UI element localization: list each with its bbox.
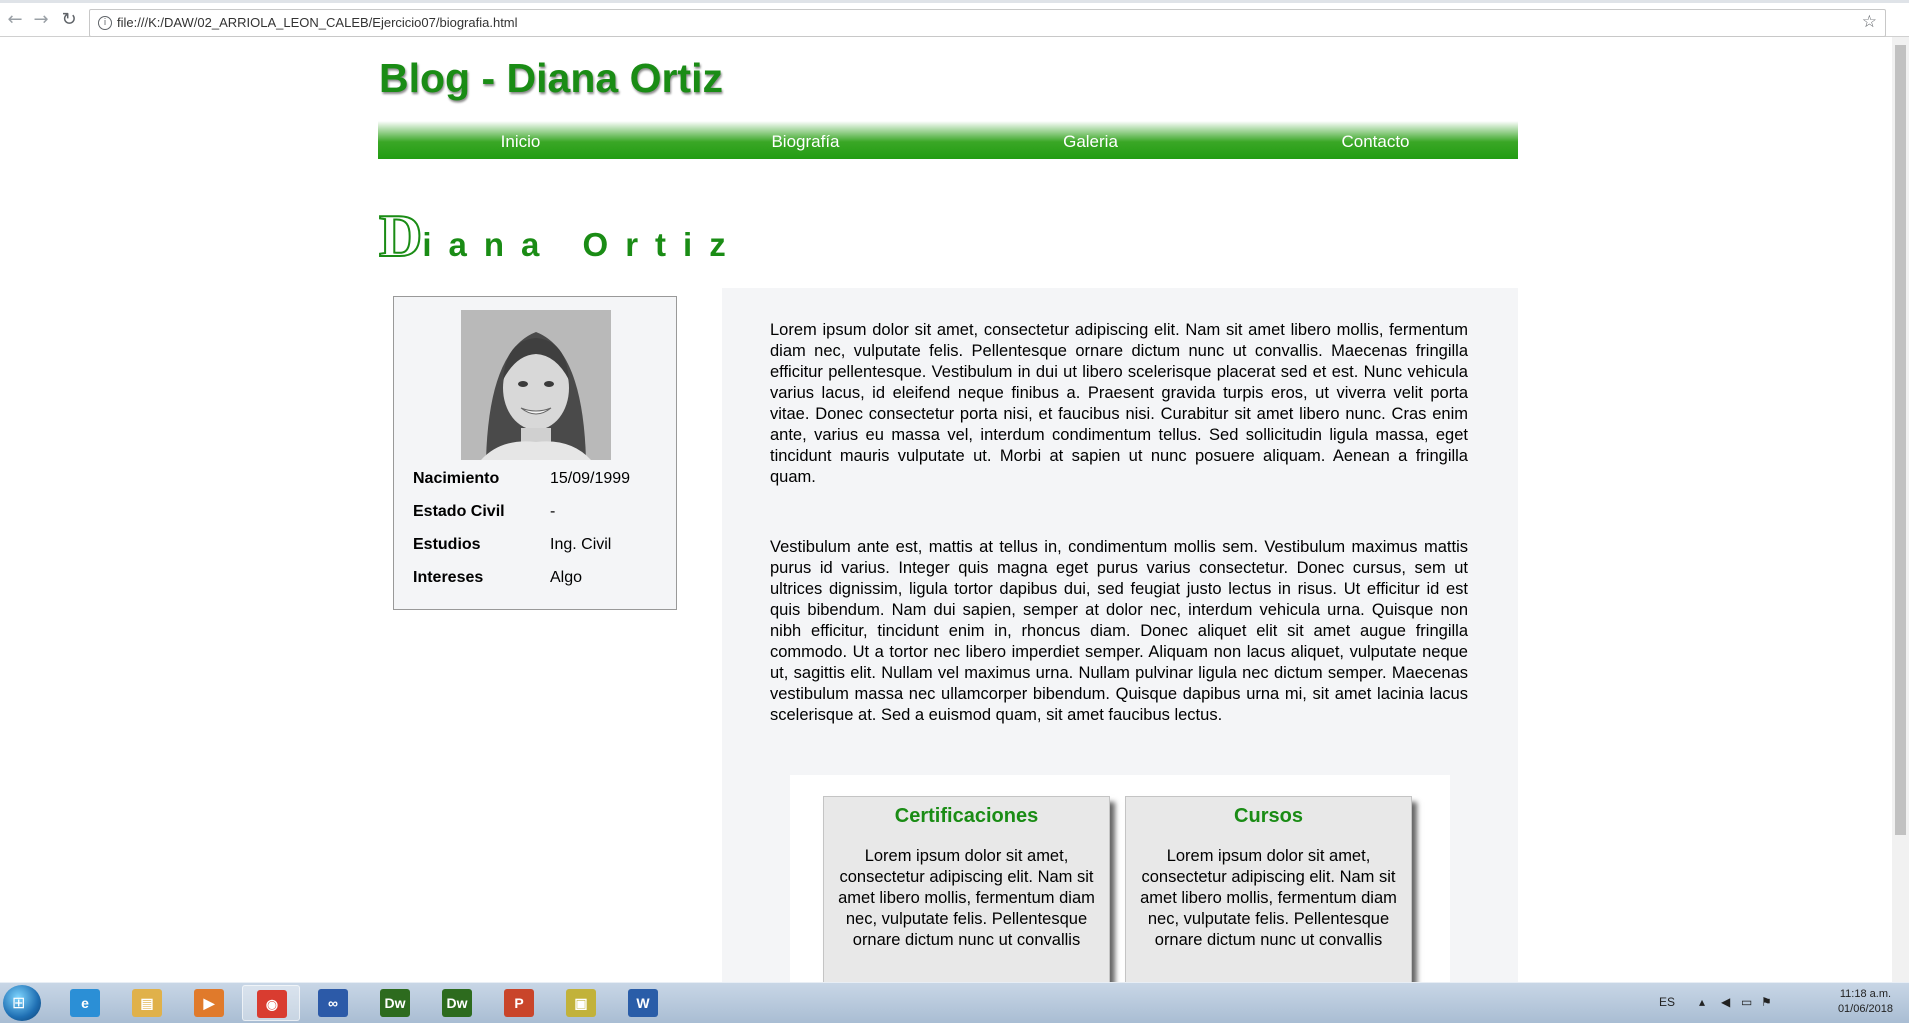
card-certificaciones: Certificaciones Lorem ipsum dolor sit am… <box>823 796 1110 982</box>
taskbar-app-button[interactable]: ▶ <box>180 985 238 1021</box>
network-icon[interactable]: ▭ <box>1741 995 1752 1009</box>
browser-toolbar: ← → ↻ i file:///K:/DAW/02_ARRIOLA_LEON_C… <box>0 3 1909 37</box>
windows-logo-icon: ⊞ <box>12 995 26 1012</box>
card-title: Cursos <box>1234 805 1303 827</box>
start-button[interactable]: ⊞ <box>3 985 41 1021</box>
heading-initial: D <box>378 202 423 270</box>
cards-area: Certificaciones Lorem ipsum dolor sit am… <box>790 775 1450 982</box>
clock-time: 11:18 a.m. <box>1839 988 1892 1000</box>
card-title: Certificaciones <box>894 805 1039 827</box>
page-viewport: Blog - Diana Ortiz Inicio Biografía Gale… <box>0 37 1909 982</box>
taskbar-app-button[interactable]: Dw <box>428 985 486 1021</box>
profile-label: Estudios <box>413 536 481 553</box>
system-tray: ES ▴ ◀ ▭ ⚑ 11:18 a.m. 01/06/2018 <box>1649 983 1909 1023</box>
taskbar-app-button[interactable]: P <box>490 985 548 1021</box>
volume-icon[interactable]: ◀ <box>1721 995 1730 1009</box>
profile-photo <box>461 310 611 460</box>
taskbar-app-button[interactable]: ▣ <box>552 985 610 1021</box>
menu-item-contacto[interactable]: Contacto <box>1233 121 1518 159</box>
dreamweaver-icon: Dw <box>380 989 410 1017</box>
reload-icon[interactable]: ↻ <box>58 9 80 31</box>
url-text[interactable]: file:///K:/DAW/02_ARRIOLA_LEON_CALEB/Eje… <box>117 15 518 30</box>
heading-rest: iana Ortiz <box>422 226 743 263</box>
dreamweaver-icon: Dw <box>442 989 472 1017</box>
portrait-image <box>461 310 611 460</box>
card-cursos: Cursos Lorem ipsum dolor sit amet, conse… <box>1125 796 1412 982</box>
menu-item-biografia[interactable]: Biografía <box>663 121 948 159</box>
info-icon[interactable]: i <box>98 16 112 30</box>
back-arrow-icon[interactable]: ← <box>4 9 26 31</box>
forward-arrow-icon[interactable]: → <box>30 9 52 31</box>
show-hidden-icons-icon[interactable]: ▴ <box>1699 995 1705 1009</box>
word-icon: W <box>628 989 658 1017</box>
taskbar-app-button[interactable]: ▤ <box>118 985 176 1021</box>
profile-value: - <box>550 503 556 520</box>
taskbar-app-button[interactable]: e <box>56 985 114 1021</box>
taskbar-app-button[interactable]: Dw <box>366 985 424 1021</box>
taskbar: ⊞ e ▤ ▶ ◉ ∞ Dw Dw P ▣ W ES ▴ ◀ ▭ ⚑ 11:18 a.m. 01/… <box>0 982 1909 1023</box>
taskbar-app-button[interactable]: ◉ <box>242 985 300 1021</box>
vertical-scrollbar[interactable] <box>1892 37 1909 982</box>
profile-label: Nacimiento <box>413 470 500 487</box>
photo-app-icon: ▣ <box>566 989 596 1017</box>
infinity-app-icon: ∞ <box>318 989 348 1017</box>
paragraph: Vestibulum ante est, mattis at tellus in… <box>770 538 1468 724</box>
profile-label: Intereses <box>413 569 484 586</box>
clock-date: 01/06/2018 <box>1837 1003 1893 1015</box>
menu-item-inicio[interactable]: Inicio <box>378 121 663 159</box>
action-center-icon[interactable]: ⚑ <box>1761 995 1772 1009</box>
bookmark-star-icon[interactable]: ☆ <box>1862 12 1877 32</box>
biography-heading: Diana Ortiz <box>378 202 743 271</box>
site-title: Blog - Diana Ortiz <box>379 55 723 101</box>
address-bar[interactable]: i file:///K:/DAW/02_ARRIOLA_LEON_CALEB/E… <box>89 9 1886 37</box>
file-explorer-icon: ▤ <box>132 989 162 1017</box>
profile-value: Ing. Civil <box>550 536 612 553</box>
profile-value: Algo <box>550 569 583 586</box>
card-text: Lorem ipsum dolor sit amet, consectetur … <box>838 847 1095 949</box>
profile-label: Estado Civil <box>413 503 505 520</box>
paragraph: Lorem ipsum dolor sit amet, consectetur … <box>770 321 1468 486</box>
powerpoint-icon: P <box>504 989 534 1017</box>
profile-card: Nacimiento 15/09/1999 Estado Civil - Est… <box>393 296 677 610</box>
main-menu: Inicio Biografía Galeria Contacto <box>378 121 1518 159</box>
scrollbar-thumb[interactable] <box>1895 45 1906 835</box>
menu-item-galeria[interactable]: Galeria <box>948 121 1233 159</box>
profile-value: 15/09/1999 <box>550 470 631 487</box>
language-indicator[interactable]: ES <box>1659 995 1675 1009</box>
card-text: Lorem ipsum dolor sit amet, consectetur … <box>1140 847 1397 949</box>
taskbar-app-button[interactable]: ∞ <box>304 985 362 1021</box>
clock[interactable]: 11:18 a.m. 01/06/2018 <box>1838 987 1893 1017</box>
media-player-icon: ▶ <box>194 989 224 1017</box>
biography-content: Lorem ipsum dolor sit amet, consectetur … <box>722 288 1518 982</box>
chrome-icon: ◉ <box>257 990 287 1018</box>
taskbar-app-button[interactable]: W <box>614 985 672 1021</box>
internet-explorer-icon: e <box>70 989 100 1017</box>
